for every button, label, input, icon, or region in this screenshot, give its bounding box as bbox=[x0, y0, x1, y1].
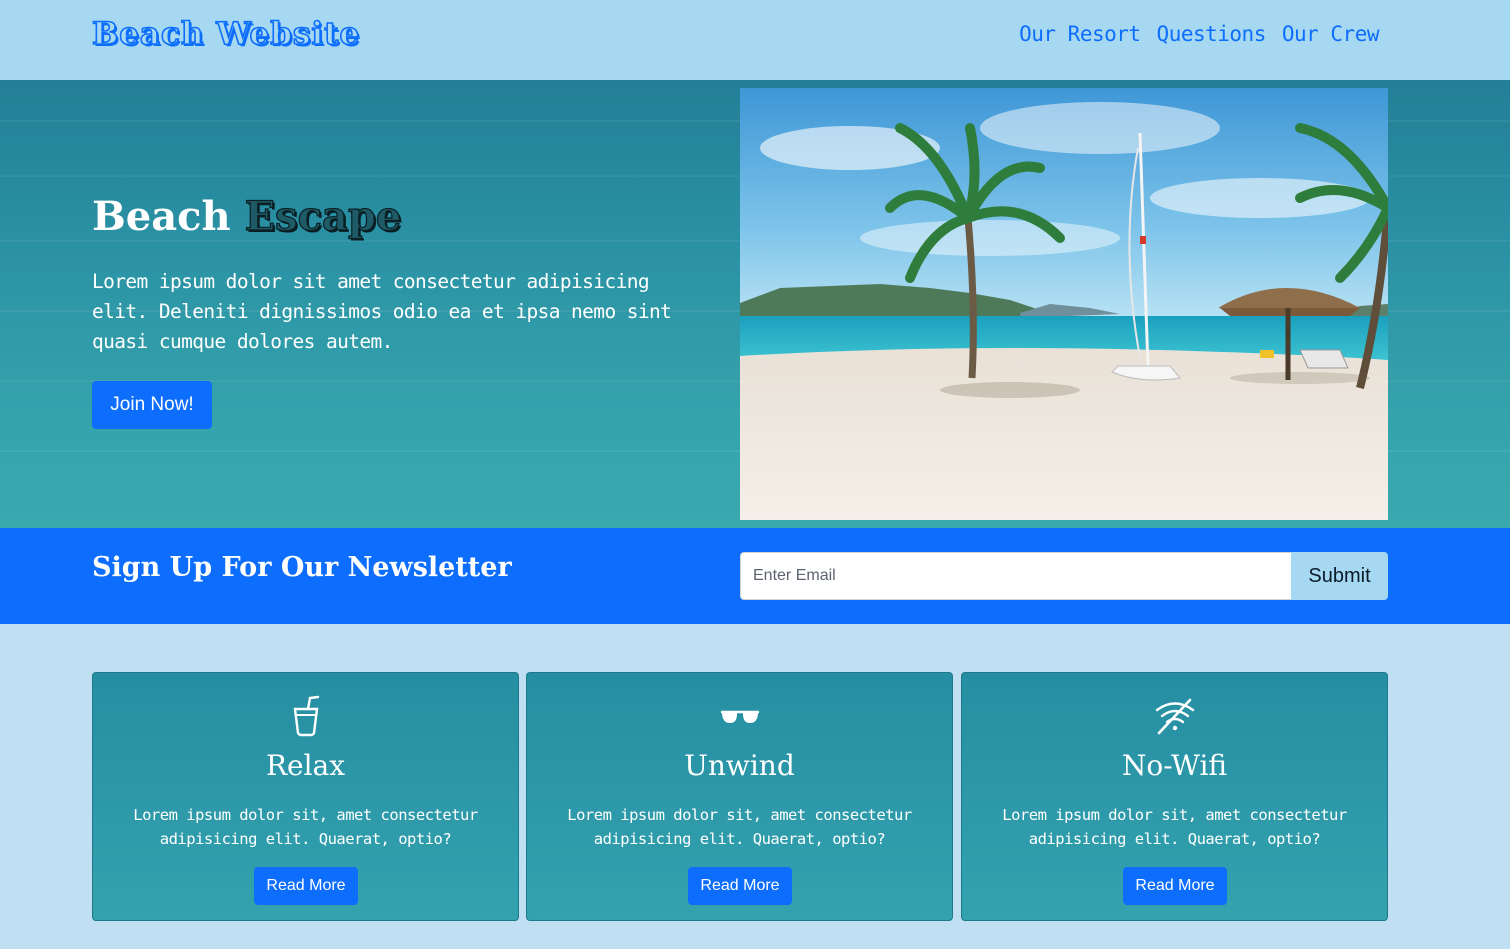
cup-straw-icon bbox=[93, 695, 518, 742]
card-title: Relax bbox=[265, 749, 346, 782]
nav-links: Our Resort Questions Our Crew bbox=[1019, 22, 1379, 46]
wifi-off-icon bbox=[962, 695, 1387, 742]
card-text: Lorem ipsum dolor sit, amet consectetur … bbox=[567, 806, 912, 848]
card-text: Lorem ipsum dolor sit, amet consectetur … bbox=[133, 806, 478, 848]
card-text: Lorem ipsum dolor sit, amet consectetur … bbox=[1002, 806, 1347, 848]
submit-button[interactable]: Submit bbox=[1291, 552, 1388, 600]
card-unwind: Unwind Lorem ipsum dolor sit, amet conse… bbox=[526, 672, 953, 921]
card-title: No-Wifi bbox=[1121, 749, 1228, 782]
read-more-button[interactable]: Read More bbox=[1123, 867, 1227, 905]
join-now-button[interactable]: Join Now! bbox=[92, 381, 212, 429]
newsletter-title: Sign Up For Our Newsletter bbox=[92, 552, 512, 583]
nav-link-our-crew[interactable]: Our Crew bbox=[1282, 22, 1380, 46]
card-relax: Relax Lorem ipsum dolor sit, amet consec… bbox=[92, 672, 519, 921]
navbar: Beach Website Our Resort Questions Our C… bbox=[0, 0, 1510, 80]
nav-link-questions[interactable]: Questions bbox=[1157, 22, 1267, 46]
hero-section: Beach Escape Lorem ipsum dolor sit amet … bbox=[0, 80, 1510, 528]
nav-link-our-resort[interactable]: Our Resort bbox=[1019, 22, 1141, 46]
read-more-button[interactable]: Read More bbox=[254, 867, 358, 905]
read-more-button[interactable]: Read More bbox=[688, 867, 792, 905]
hero-description: Lorem ipsum dolor sit amet consectetur a… bbox=[92, 270, 672, 353]
hero-title: Beach Escape bbox=[92, 192, 402, 240]
newsletter-section: Sign Up For Our Newsletter Submit bbox=[0, 528, 1510, 624]
hero-title-accent: Escape bbox=[244, 192, 402, 240]
card-title: Unwind bbox=[684, 749, 795, 782]
sunglasses-icon bbox=[527, 695, 952, 742]
beach-photo bbox=[740, 88, 1388, 520]
brand-logo[interactable]: Beach Website bbox=[91, 15, 360, 53]
hero-title-plain: Beach bbox=[92, 193, 231, 240]
email-field[interactable] bbox=[740, 552, 1292, 600]
card-no-wifi: No-Wifi Lorem ipsum dolor sit, amet cons… bbox=[961, 672, 1388, 921]
